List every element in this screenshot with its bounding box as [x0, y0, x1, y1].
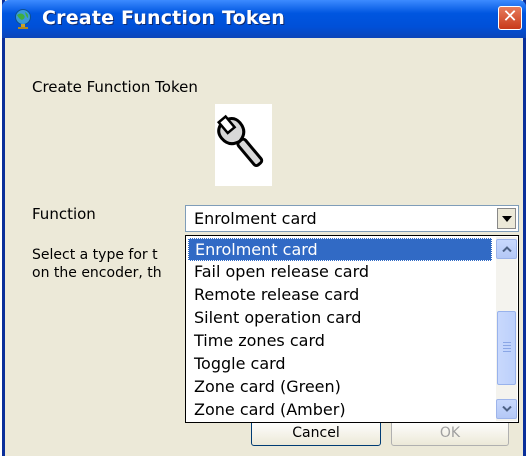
scroll-up-button[interactable]	[496, 239, 517, 259]
grip-line	[503, 351, 511, 352]
title-bar[interactable]: Create Function Token ✕	[2, 0, 526, 38]
window-title: Create Function Token	[42, 7, 285, 29]
grip-line	[503, 345, 511, 346]
dropdown-option[interactable]: Zone card (Green)	[188, 376, 492, 399]
chevron-down-icon	[502, 216, 512, 222]
dropdown-option[interactable]: Remote release card	[188, 284, 492, 307]
function-select[interactable]: Enrolment card	[185, 205, 519, 232]
chevron-down-icon	[502, 406, 512, 412]
chevron-up-icon	[502, 246, 512, 252]
ok-button[interactable]: OK	[391, 420, 509, 446]
dropdown-option[interactable]: Toggle card	[188, 353, 492, 376]
description-line: on the encoder, th	[32, 265, 162, 281]
dropdown-option[interactable]: Silent operation card	[188, 307, 492, 330]
function-select-value: Enrolment card	[194, 209, 317, 228]
wrench-icon	[215, 104, 272, 186]
function-dropdown-list[interactable]: Enrolment card Fail open release card Re…	[185, 235, 519, 423]
close-button[interactable]: ✕	[498, 6, 522, 30]
description-line: Select a type for t	[32, 247, 158, 263]
dropdown-arrow-button[interactable]	[497, 208, 516, 229]
scroll-thumb[interactable]	[497, 311, 516, 385]
scroll-down-button[interactable]	[496, 399, 517, 419]
grip-line	[503, 342, 511, 343]
dialog-heading: Create Function Token	[32, 78, 198, 96]
close-icon: ✕	[502, 6, 518, 27]
description-text: Select a type for t on the encoder, th	[32, 246, 202, 282]
dropdown-option[interactable]: Fail open release card	[188, 261, 492, 284]
dropdown-scrollbar[interactable]	[496, 237, 517, 421]
function-label: Function	[32, 205, 96, 223]
grip-line	[503, 348, 511, 349]
dropdown-option[interactable]: Enrolment card	[188, 238, 492, 261]
dialog-window: Create Function Token ✕ Create Function …	[2, 0, 526, 456]
cancel-button[interactable]: Cancel	[251, 420, 381, 446]
globe-app-icon	[12, 8, 34, 30]
dropdown-option[interactable]: Zone card (Amber)	[188, 399, 492, 422]
dropdown-option[interactable]: Time zones card	[188, 330, 492, 353]
